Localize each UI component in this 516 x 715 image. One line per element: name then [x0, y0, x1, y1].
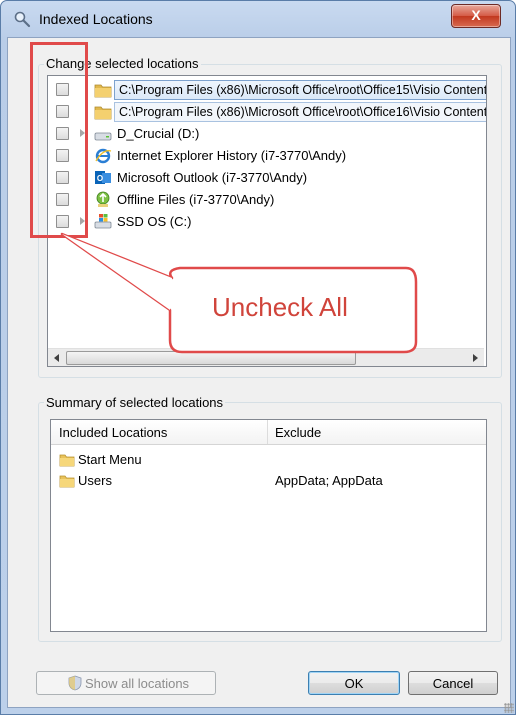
tree-item[interactable]: C:\Program Files (x86)\Microsoft Office\… [48, 102, 486, 122]
tree-item[interactable]: Offline Files (i7-3770\Andy) [48, 190, 484, 210]
title-bar: Indexed Locations X [1, 1, 515, 37]
folder-icon [94, 81, 112, 98]
included-location-name: Start Menu [78, 452, 142, 467]
drive-icon [94, 125, 112, 142]
column-header-included[interactable]: Included Locations [59, 425, 167, 440]
column-separator[interactable] [267, 420, 268, 444]
tree-item[interactable]: O Microsoft Outlook (i7-3770\Andy) [48, 168, 484, 188]
scroll-left-arrow-icon[interactable] [54, 354, 59, 362]
tree-item[interactable]: SSD OS (C:) [48, 212, 484, 232]
window-title: Indexed Locations [39, 11, 153, 27]
location-label: SSD OS (C:) [117, 214, 192, 229]
outlook-icon: O [94, 169, 112, 186]
tree-item[interactable]: D_Crucial (D:) [48, 124, 484, 144]
folder-icon [59, 475, 75, 488]
tree-item[interactable]: Internet Explorer History (i7-3770\Andy) [48, 146, 484, 166]
column-header-exclude[interactable]: Exclude [275, 425, 321, 440]
location-label: D_Crucial (D:) [117, 126, 200, 141]
location-label: Offline Files (i7-3770\Andy) [117, 192, 275, 207]
list-header: Included Locations Exclude [51, 420, 486, 445]
exclude-value: AppData; AppData [275, 473, 383, 488]
folder-icon [59, 454, 75, 467]
show-all-locations-label: Show all locations [85, 676, 190, 691]
list-item[interactable]: Users AppData; AppData [51, 471, 486, 491]
shield-icon [68, 675, 82, 691]
summary-legend: Summary of selected locations [44, 395, 226, 410]
location-label: Internet Explorer History (i7-3770\Andy) [117, 148, 347, 163]
cancel-button[interactable]: Cancel [408, 671, 498, 695]
location-label: C:\Program Files (x86)\Microsoft Office\… [114, 80, 486, 100]
summary-list[interactable]: Included Locations Exclude Start Menu Us… [50, 419, 487, 632]
annotation-text: Uncheck All [212, 292, 348, 322]
tree-item[interactable]: C:\Program Files (x86)\Microsoft Office\… [48, 80, 486, 100]
windows-drive-icon [94, 213, 112, 230]
internet-explorer-icon [94, 147, 112, 164]
annotation-highlight-box [30, 42, 88, 238]
location-label: C:\Program Files (x86)\Microsoft Office\… [114, 102, 486, 122]
included-location-name: Users [78, 473, 112, 488]
ok-button[interactable]: OK [308, 671, 400, 695]
show-all-locations-button[interactable]: Show all locations [36, 671, 216, 695]
svg-text:O: O [97, 174, 103, 183]
search-index-icon [14, 11, 31, 28]
list-item[interactable]: Start Menu [51, 450, 486, 470]
scroll-right-arrow-icon[interactable] [473, 354, 478, 362]
location-label: Microsoft Outlook (i7-3770\Andy) [117, 170, 308, 185]
close-button[interactable]: X [451, 4, 501, 28]
resize-grip[interactable] [504, 703, 514, 713]
offline-files-icon [94, 191, 112, 208]
folder-icon [94, 103, 112, 120]
